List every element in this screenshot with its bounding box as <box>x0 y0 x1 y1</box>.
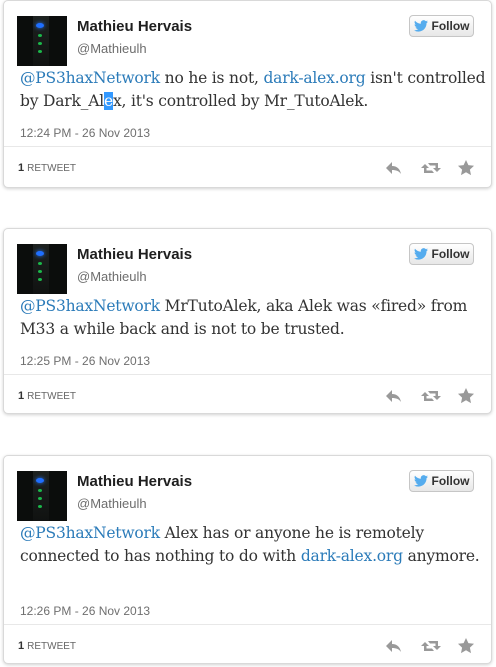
follow-button-label: Follow <box>431 19 470 33</box>
retweet-icon[interactable] <box>421 159 441 177</box>
twitter-bird-icon <box>413 248 428 260</box>
author-handle[interactable]: @Mathieulh <box>77 41 147 56</box>
tweet-actions <box>385 387 475 405</box>
follow-button[interactable]: Follow <box>409 470 474 492</box>
reply-icon[interactable] <box>385 159 403 177</box>
author-name[interactable]: Mathieu Hervais <box>77 473 192 490</box>
follow-button-label: Follow <box>431 247 470 261</box>
avatar[interactable] <box>17 244 67 294</box>
twitter-bird-icon <box>413 475 428 487</box>
timestamp[interactable]: 12:25 PM - 26 Nov 2013 <box>20 354 150 368</box>
retweet-icon[interactable] <box>421 387 441 405</box>
tweet-card: Mathieu Hervais @Mathieulh Follow @PS3ha… <box>3 228 492 414</box>
retweet-count[interactable]: 1 RETWEET <box>18 640 76 652</box>
divider <box>4 374 491 375</box>
retweet-count[interactable]: 1 RETWEET <box>18 390 76 402</box>
tweet-text: @PS3haxNetwork no he is not, dark-alex.o… <box>20 69 486 110</box>
mention-link[interactable]: @PS3haxNetwork <box>20 69 160 87</box>
timestamp[interactable]: 12:24 PM - 26 Nov 2013 <box>20 126 150 140</box>
avatar[interactable] <box>17 471 67 521</box>
reply-icon[interactable] <box>385 637 403 655</box>
author-handle[interactable]: @Mathieulh <box>77 269 147 284</box>
avatar[interactable] <box>17 16 67 66</box>
tweet-actions <box>385 637 475 655</box>
retweet-icon[interactable] <box>421 637 441 655</box>
divider <box>4 624 491 625</box>
mention-link[interactable]: @PS3haxNetwork <box>20 297 160 315</box>
author-name[interactable]: Mathieu Hervais <box>77 246 192 263</box>
tweet-actions <box>385 159 475 177</box>
timestamp[interactable]: 12:26 PM - 26 Nov 2013 <box>20 604 150 618</box>
tweet-card: Mathieu Hervais @Mathieulh Follow @PS3ha… <box>3 455 492 664</box>
favorite-star-icon[interactable] <box>457 387 475 405</box>
retweet-count[interactable]: 1 RETWEET <box>18 162 76 174</box>
tweet-text: @PS3haxNetwork Alex has or anyone he is … <box>20 524 480 565</box>
follow-button-label: Follow <box>431 474 470 488</box>
reply-icon[interactable] <box>385 387 403 405</box>
divider <box>4 146 491 147</box>
author-handle[interactable]: @Mathieulh <box>77 496 147 511</box>
follow-button[interactable]: Follow <box>409 15 474 37</box>
favorite-star-icon[interactable] <box>457 637 475 655</box>
mention-link[interactable]: @PS3haxNetwork <box>20 524 160 542</box>
favorite-star-icon[interactable] <box>457 159 475 177</box>
follow-button[interactable]: Follow <box>409 243 474 265</box>
tweet-text: @PS3haxNetwork MrTutoAlek, aka Alek was … <box>20 297 468 338</box>
tweet-card: Mathieu Hervais @Mathieulh Follow @PS3ha… <box>3 0 492 188</box>
url-link[interactable]: dark-alex.org <box>301 547 403 565</box>
text-selection: e <box>103 92 113 110</box>
author-name[interactable]: Mathieu Hervais <box>77 18 192 35</box>
url-link[interactable]: dark-alex.org <box>263 69 365 87</box>
twitter-bird-icon <box>413 20 428 32</box>
